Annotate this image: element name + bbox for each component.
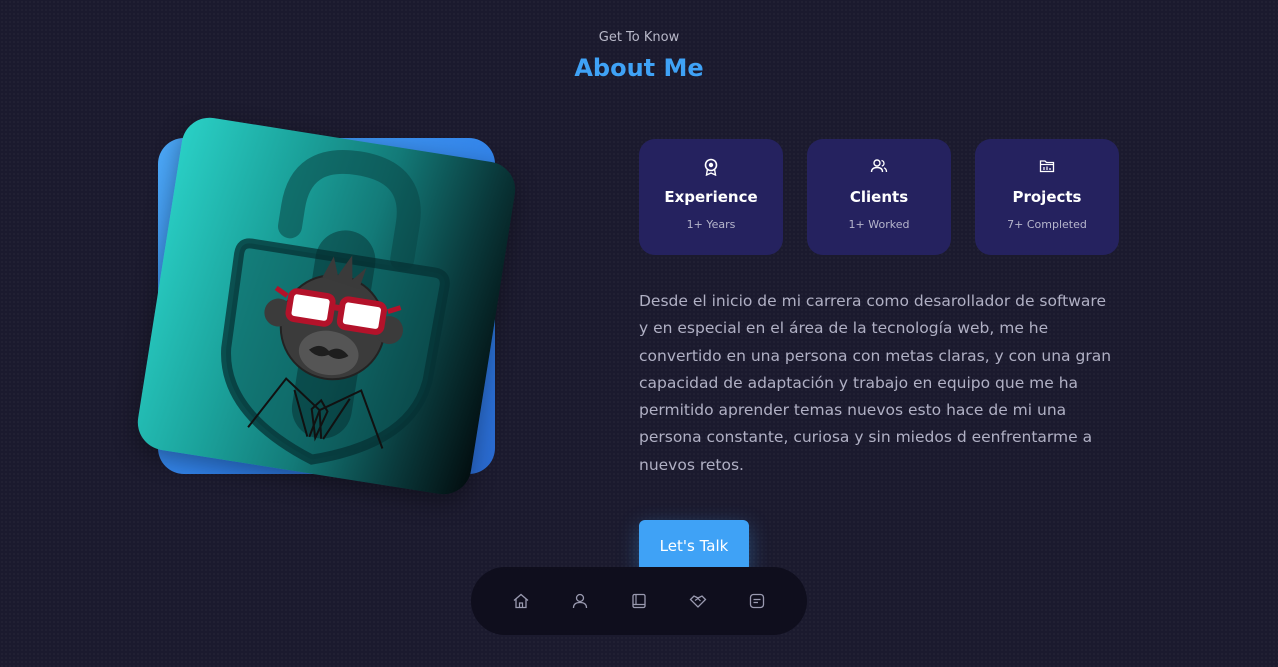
bio-paragraph: Desde el inicio de mi carrera como desar… [639,292,1112,474]
stat-value: 1+ Years [686,218,736,231]
section-title: About Me [574,54,704,82]
users-icon [870,159,888,173]
nav-contact[interactable] [747,591,767,611]
stat-label: Clients [849,188,909,206]
folder-icon [1039,160,1055,173]
award-icon [704,158,718,176]
user-icon [572,593,588,609]
profile-image [133,113,520,499]
stat-value: 7+ Completed [1007,218,1087,231]
nav-about[interactable] [570,591,590,611]
home-icon [513,593,529,609]
book-icon [632,593,646,609]
nav-experience[interactable] [629,591,649,611]
bottom-nav-dock [471,567,807,635]
stat-label: Experience [664,188,758,206]
nav-home[interactable] [511,591,531,611]
stat-card-projects: Projects 7+ Completed [975,139,1119,255]
nav-services[interactable] [688,591,708,611]
handshake-icon [689,595,707,608]
stat-label: Projects [1012,188,1082,206]
lets-talk-button[interactable]: Let's Talk [639,520,749,572]
message-icon [749,593,765,609]
section-subtitle: Get To Know [598,30,680,45]
stat-card-experience: Experience 1+ Years [639,139,783,255]
stat-value: 1+ Worked [848,218,910,231]
stat-card-clients: Clients 1+ Worked [807,139,951,255]
padlock-monkey-glasses-icon [221,150,450,465]
